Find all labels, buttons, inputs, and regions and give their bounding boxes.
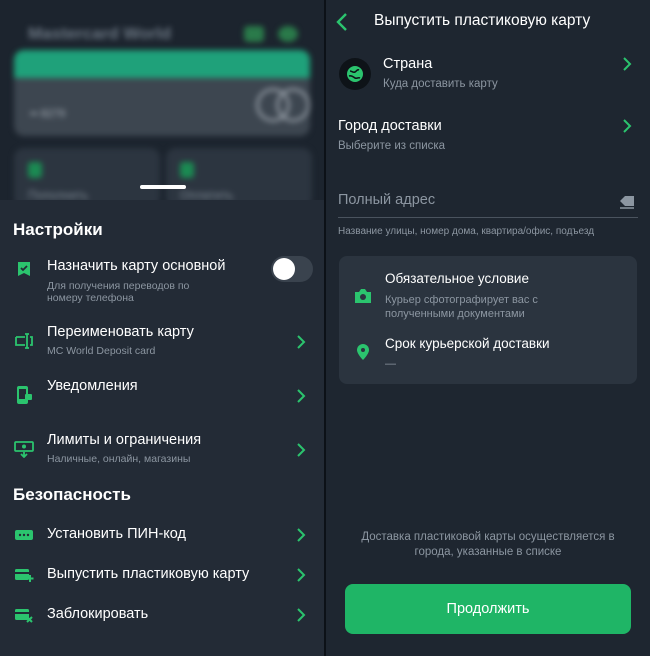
- rename-card-icon: [13, 330, 35, 352]
- chevron-right-icon: [623, 119, 632, 133]
- issue-plastic-card-row[interactable]: Выпустить пластиковую карту: [0, 560, 324, 590]
- card-settings-panel: Mastercard World •• 8279 Пополнить Оплат…: [0, 0, 324, 656]
- transfer-icon: [244, 26, 264, 42]
- block-card-row[interactable]: Заблокировать: [0, 600, 324, 630]
- delivery-city-row[interactable]: Город доставки Выберите из списка: [326, 112, 650, 156]
- card-check-icon: [13, 258, 35, 280]
- city-label: Город доставки: [338, 118, 442, 134]
- topup-tile: Пополнить: [14, 148, 160, 200]
- issue-card-panel: Выпустить пластиковую карту Страна Куда …: [326, 0, 650, 656]
- condition-title: Обязательное условие: [385, 271, 529, 286]
- limits-row[interactable]: Лимиты и ограничения Наличные, онлайн, м…: [0, 430, 324, 470]
- chevron-right-icon: [297, 608, 306, 622]
- bank-card-image: •• 8279: [14, 50, 310, 136]
- primary-card-toggle[interactable]: [271, 256, 313, 282]
- delivery-term-title: Срок курьерской доставки: [385, 336, 550, 351]
- phone-notification-icon: [13, 384, 35, 406]
- notifications-row[interactable]: Уведомления: [0, 376, 324, 416]
- globe-icon: [339, 58, 371, 90]
- chevron-right-icon: [623, 57, 632, 71]
- chevron-right-icon: [297, 528, 306, 542]
- sheet-grabber[interactable]: [140, 185, 186, 189]
- location-pin-icon: [353, 342, 373, 362]
- header: Выпустить пластиковую карту: [326, 0, 650, 44]
- delivery-term-value: —: [385, 358, 396, 370]
- camera-icon: [353, 286, 373, 306]
- chevron-right-icon: [297, 389, 306, 403]
- country-hint: Куда доставить карту: [383, 78, 498, 90]
- country-row[interactable]: Страна Куда доставить карту: [326, 50, 650, 100]
- limits-icon: [13, 438, 35, 460]
- page-title: Выпустить пластиковую карту: [374, 12, 591, 29]
- clear-input-icon[interactable]: [618, 194, 636, 210]
- block-card-icon: [13, 604, 35, 626]
- topup-icon: [28, 162, 42, 178]
- eye-icon: [278, 26, 298, 42]
- back-arrow-icon[interactable]: [334, 12, 350, 32]
- pin-code-icon: [13, 524, 35, 546]
- settings-section-title: Настройки: [13, 220, 103, 239]
- delivery-info-box: Обязательное условие Курьер сфотографиру…: [339, 256, 637, 384]
- full-address-input[interactable]: [338, 188, 638, 218]
- chevron-right-icon: [297, 568, 306, 582]
- chevron-right-icon: [297, 443, 306, 457]
- continue-button[interactable]: Продолжить: [345, 584, 631, 634]
- toggle-knob: [273, 258, 295, 280]
- chevron-right-icon: [297, 335, 306, 349]
- card-number: •• 8279: [30, 108, 66, 120]
- address-hint: Название улицы, номер дома, квартира/офи…: [338, 226, 595, 237]
- delivery-note: Доставка пластиковой карты осуществляетс…: [361, 531, 615, 558]
- set-pin-row[interactable]: Установить ПИН-код: [0, 520, 324, 550]
- pay-tile: Оплатить: [166, 148, 312, 200]
- country-label: Страна: [383, 56, 433, 72]
- security-section-title: Безопасность: [13, 485, 131, 504]
- add-card-icon: [13, 564, 35, 586]
- pay-icon: [180, 162, 194, 178]
- mastercard-logo-circle: [276, 88, 310, 122]
- city-hint: Выберите из списка: [338, 140, 446, 152]
- rename-card-row[interactable]: Переименовать карту MC World Deposit car…: [0, 322, 324, 362]
- card-name: Mastercard World: [28, 24, 172, 43]
- blurred-card-background: Mastercard World •• 8279 Пополнить Оплат…: [0, 0, 324, 200]
